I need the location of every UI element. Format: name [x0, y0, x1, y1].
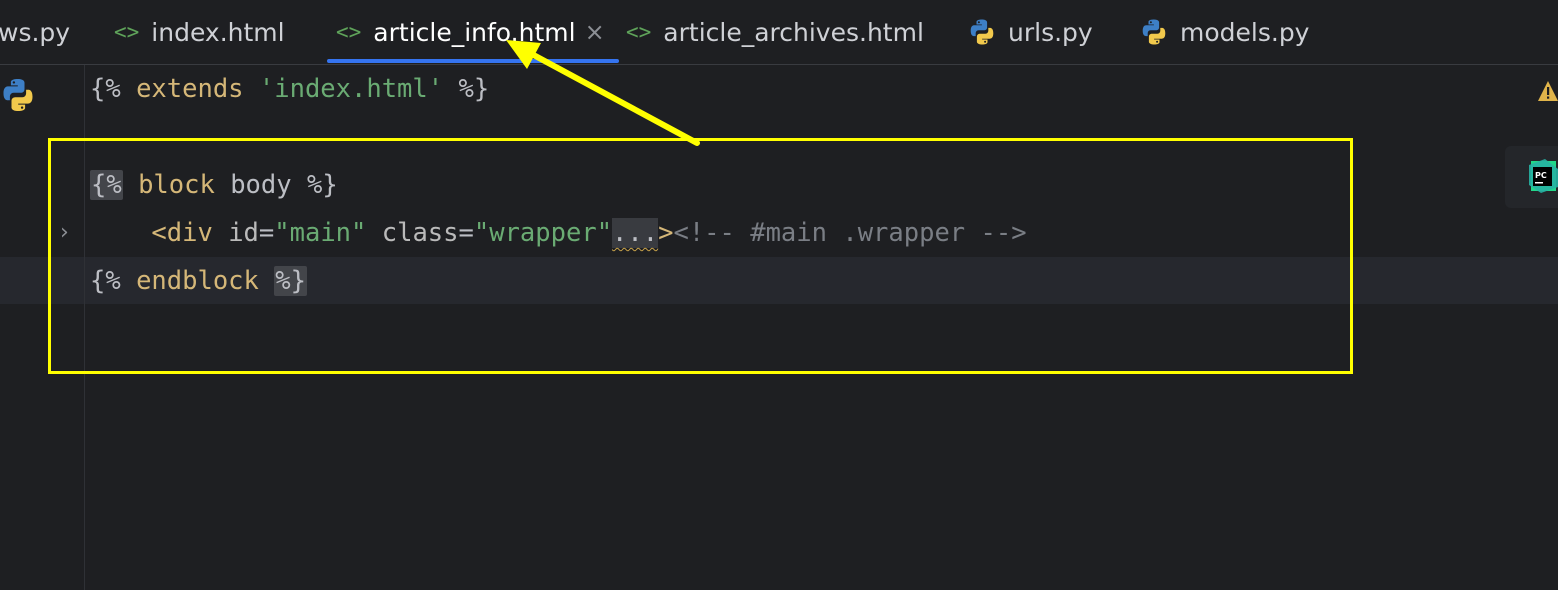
code-line-3[interactable]: {% block body %} [90, 165, 338, 205]
tab-label: models.py [1180, 17, 1310, 47]
equals-sign: = [458, 218, 474, 248]
close-tab-icon[interactable]: × [585, 18, 605, 46]
tab-label: urls.py [1008, 17, 1093, 47]
tab-models-py[interactable]: models.py [1140, 0, 1309, 64]
pycharm-icon[interactable]: PC [1527, 159, 1558, 193]
tab-label: index.html [151, 17, 285, 47]
block-keyword: block [122, 170, 231, 200]
template-open-delim: {% [90, 170, 123, 200]
block-name: body [230, 170, 292, 200]
python-icon [1142, 19, 1166, 45]
tab-article-info-html[interactable]: <> article_info.html × [336, 0, 605, 64]
tab-label: ws.py [0, 17, 71, 47]
svg-text:PC: PC [1535, 171, 1547, 180]
tab-urls-py[interactable]: urls.py [968, 0, 1093, 64]
extends-keyword: extends [120, 74, 259, 104]
class-value: "wrapper" [473, 218, 613, 248]
template-close-delim: %} [291, 170, 338, 200]
extends-string: 'index.html' [258, 74, 444, 104]
html-icon: <> [626, 20, 652, 44]
div-tag-close: > [658, 218, 674, 248]
html-comment: <!-- #main .wrapper --> [673, 218, 1027, 248]
gutter-divider [84, 65, 85, 590]
code-line-5[interactable]: {% endblock %} [90, 261, 307, 301]
id-value: "main" [274, 218, 367, 248]
html-icon: <> [336, 20, 362, 44]
folded-region-placeholder[interactable]: ... [612, 218, 659, 248]
div-tag-open: <div [151, 218, 213, 248]
active-tab-indicator [327, 59, 619, 63]
tab-label: article_archives.html [663, 17, 924, 47]
template-close-delim: %} [274, 266, 307, 296]
equals-sign: = [258, 218, 275, 248]
tab-views-py[interactable]: ws.py [0, 0, 70, 64]
code-editor[interactable]: › {% extends 'index.html' %} {% block bo… [0, 65, 1558, 590]
editor-tab-bar: ws.py <> index.html <> article_info.html… [0, 0, 1558, 65]
tab-label: article_info.html [373, 17, 576, 47]
template-open-delim: {% [90, 74, 121, 104]
python-icon [3, 79, 33, 111]
html-icon: <> [114, 20, 140, 44]
id-attribute: id [212, 218, 259, 248]
template-open-delim: {% [90, 266, 121, 296]
class-attribute: class [366, 218, 459, 248]
python-icon [970, 19, 994, 45]
fold-chevron-icon[interactable]: › [60, 221, 80, 245]
tab-index-html[interactable]: <> index.html [114, 0, 285, 64]
code-line-1[interactable]: {% extends 'index.html' %} [90, 69, 489, 109]
endblock-keyword: endblock [120, 266, 275, 296]
template-close-delim: %} [443, 74, 490, 104]
warning-icon[interactable] [1537, 79, 1558, 105]
code-line-4[interactable]: <div id="main" class="wrapper"...><!-- #… [90, 213, 1027, 253]
tab-article-archives-html[interactable]: <> article_archives.html [626, 0, 924, 64]
